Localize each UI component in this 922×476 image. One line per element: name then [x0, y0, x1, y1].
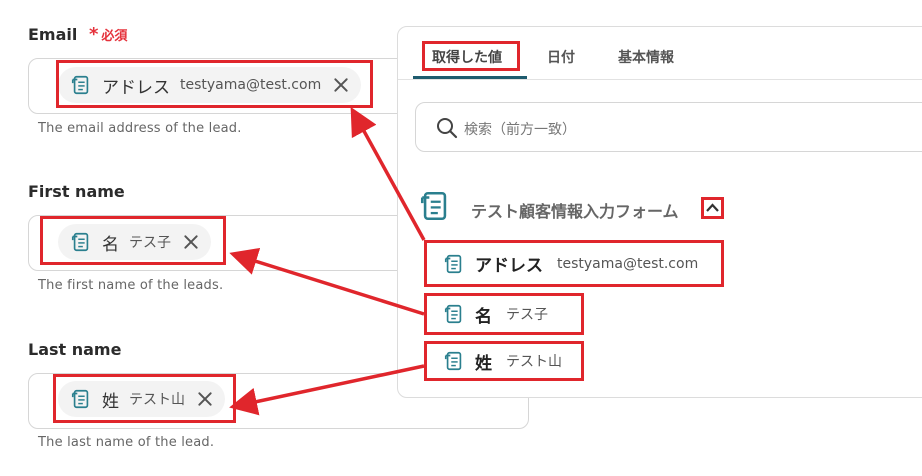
first-name-help: The first name of the leads. [38, 278, 224, 293]
email-label-text: Email [28, 25, 78, 44]
last-name-help: The last name of the lead. [38, 435, 215, 450]
form-group-title: テスト顧客情報入力フォーム [471, 202, 679, 221]
tab-date[interactable]: 日付 [547, 47, 575, 67]
item-address-value: testyama@test.com [557, 255, 699, 272]
required-badge: * 必須 [89, 24, 128, 45]
item-last-name[interactable]: 姓 テスト山 [424, 341, 584, 381]
highlight-first-name-chip [40, 216, 226, 265]
search-icon [437, 118, 458, 139]
email-help: The email address of the lead. [38, 121, 242, 136]
highlight-tab [422, 41, 520, 71]
required-star: * [88, 24, 99, 45]
item-address[interactable]: アドレス testyama@test.com [424, 240, 724, 287]
form-icon [443, 303, 465, 325]
last-name-label: Last name [28, 340, 122, 359]
form-group-icon [418, 189, 452, 223]
tab-basic-info[interactable]: 基本情報 [618, 47, 674, 67]
first-name-label: First name [28, 182, 125, 201]
form-icon [443, 253, 465, 275]
highlight-email-chip [56, 60, 373, 108]
tabs-divider [398, 79, 922, 80]
item-address-token: アドレス [475, 256, 543, 276]
form-icon [443, 350, 465, 372]
item-first-name-value: テス子 [506, 307, 548, 323]
required-text: 必須 [101, 29, 128, 44]
highlight-last-name-chip [53, 374, 236, 423]
item-first-name[interactable]: 名 テス子 [424, 293, 584, 335]
chevron-up-icon[interactable] [701, 197, 724, 219]
email-label: Email * 必須 [28, 24, 127, 45]
search-placeholder: 検索（前方一致） [464, 122, 576, 138]
item-last-name-token: 姓 [475, 353, 492, 374]
item-first-name-token: 名 [475, 306, 492, 327]
item-last-name-value: テスト山 [506, 354, 562, 370]
